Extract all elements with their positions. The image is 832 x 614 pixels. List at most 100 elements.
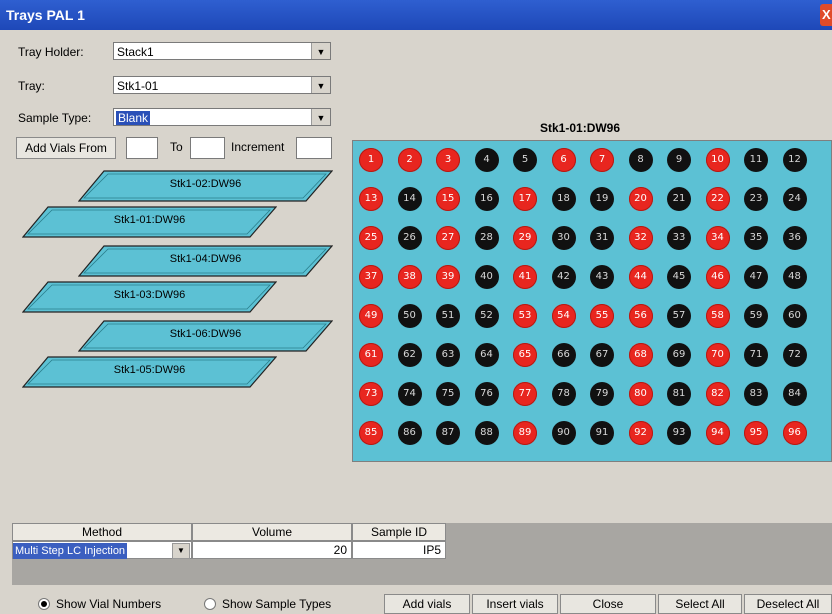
vial-2[interactable]: 2 xyxy=(397,148,422,172)
vial-59[interactable]: 59 xyxy=(744,304,768,328)
vial-36[interactable]: 36 xyxy=(782,226,807,250)
close-button[interactable]: Close xyxy=(560,594,656,614)
tray-item[interactable]: Stk1-06:DW96 xyxy=(78,320,333,352)
vial-56[interactable]: 56 xyxy=(628,304,653,328)
insert-vials-button[interactable]: Insert vials xyxy=(472,594,558,614)
vial-72[interactable]: 72 xyxy=(782,343,807,367)
vial-91[interactable]: 91 xyxy=(590,421,614,445)
tray-item[interactable]: Stk1-03:DW96 xyxy=(22,281,277,313)
vial-32[interactable]: 32 xyxy=(628,226,653,250)
vial-31[interactable]: 31 xyxy=(590,226,614,250)
vial-88[interactable]: 88 xyxy=(474,421,499,445)
sample-type-select[interactable]: Blank ▼ xyxy=(113,108,331,126)
vial-69[interactable]: 69 xyxy=(667,343,691,367)
vial-87[interactable]: 87 xyxy=(436,421,460,445)
vial-71[interactable]: 71 xyxy=(744,343,768,367)
vial-17[interactable]: 17 xyxy=(513,187,537,211)
vial-96[interactable]: 96 xyxy=(782,421,807,445)
volume-cell[interactable]: 20 xyxy=(192,541,352,559)
vial-65[interactable]: 65 xyxy=(513,343,537,367)
vial-3[interactable]: 3 xyxy=(436,148,460,172)
chevron-down-icon[interactable]: ▼ xyxy=(311,109,330,125)
vial-21[interactable]: 21 xyxy=(667,187,691,211)
vial-49[interactable]: 49 xyxy=(359,304,383,328)
vial-34[interactable]: 34 xyxy=(705,226,730,250)
vial-27[interactable]: 27 xyxy=(436,226,460,250)
vial-29[interactable]: 29 xyxy=(513,226,537,250)
vial-4[interactable]: 4 xyxy=(474,148,499,172)
vial-79[interactable]: 79 xyxy=(590,382,614,406)
vial-84[interactable]: 84 xyxy=(782,382,807,406)
vial-14[interactable]: 14 xyxy=(397,187,422,211)
vial-62[interactable]: 62 xyxy=(397,343,422,367)
vial-45[interactable]: 45 xyxy=(667,265,691,289)
vial-89[interactable]: 89 xyxy=(513,421,537,445)
vial-10[interactable]: 10 xyxy=(705,148,730,172)
vial-90[interactable]: 90 xyxy=(551,421,576,445)
vial-82[interactable]: 82 xyxy=(705,382,730,406)
vial-16[interactable]: 16 xyxy=(474,187,499,211)
vial-95[interactable]: 95 xyxy=(744,421,768,445)
select-all-button[interactable]: Select All xyxy=(658,594,742,614)
vial-6[interactable]: 6 xyxy=(551,148,576,172)
vial-73[interactable]: 73 xyxy=(359,382,383,406)
vial-80[interactable]: 80 xyxy=(628,382,653,406)
vial-8[interactable]: 8 xyxy=(628,148,653,172)
vial-9[interactable]: 9 xyxy=(667,148,691,172)
vial-42[interactable]: 42 xyxy=(551,265,576,289)
to-input[interactable] xyxy=(190,137,225,159)
vial-13[interactable]: 13 xyxy=(359,187,383,211)
vial-30[interactable]: 30 xyxy=(551,226,576,250)
vial-43[interactable]: 43 xyxy=(590,265,614,289)
vial-85[interactable]: 85 xyxy=(359,421,383,445)
vial-76[interactable]: 76 xyxy=(474,382,499,406)
vial-39[interactable]: 39 xyxy=(436,265,460,289)
vial-44[interactable]: 44 xyxy=(628,265,653,289)
vial-58[interactable]: 58 xyxy=(705,304,730,328)
vial-18[interactable]: 18 xyxy=(551,187,576,211)
vial-94[interactable]: 94 xyxy=(705,421,730,445)
tray-holder-select[interactable]: Stack1 ▼ xyxy=(113,42,331,60)
vial-11[interactable]: 11 xyxy=(744,148,768,172)
tray-item[interactable]: Stk1-04:DW96 xyxy=(78,245,333,277)
vial-5[interactable]: 5 xyxy=(513,148,537,172)
vial-plate[interactable]: 1 2 3 4 5 6 7 8 9 10 11 12 13 14 15 16 17 18 19 20 21 22 23 24 2… xyxy=(352,140,832,462)
vial-51[interactable]: 51 xyxy=(436,304,460,328)
add-vials-button[interactable]: Add vials xyxy=(384,594,470,614)
vial-64[interactable]: 64 xyxy=(474,343,499,367)
vial-41[interactable]: 41 xyxy=(513,265,537,289)
column-header-volume[interactable]: Volume xyxy=(192,523,352,541)
vial-75[interactable]: 75 xyxy=(436,382,460,406)
vial-46[interactable]: 46 xyxy=(705,265,730,289)
vial-40[interactable]: 40 xyxy=(474,265,499,289)
vial-35[interactable]: 35 xyxy=(744,226,768,250)
vial-81[interactable]: 81 xyxy=(667,382,691,406)
vial-12[interactable]: 12 xyxy=(782,148,807,172)
vial-23[interactable]: 23 xyxy=(744,187,768,211)
vial-15[interactable]: 15 xyxy=(436,187,460,211)
vial-66[interactable]: 66 xyxy=(551,343,576,367)
vial-68[interactable]: 68 xyxy=(628,343,653,367)
chevron-down-icon[interactable]: ▼ xyxy=(311,77,330,93)
vial-78[interactable]: 78 xyxy=(551,382,576,406)
vial-57[interactable]: 57 xyxy=(667,304,691,328)
tray-select[interactable]: Stk1-01 ▼ xyxy=(113,76,331,94)
increment-input[interactable] xyxy=(296,137,332,159)
show-sample-types-radio[interactable] xyxy=(204,598,216,610)
close-window-button[interactable]: X xyxy=(820,4,832,26)
show-vial-numbers-radio[interactable] xyxy=(38,598,50,610)
vial-48[interactable]: 48 xyxy=(782,265,807,289)
vial-50[interactable]: 50 xyxy=(397,304,422,328)
vial-22[interactable]: 22 xyxy=(705,187,730,211)
vial-28[interactable]: 28 xyxy=(474,226,499,250)
vial-92[interactable]: 92 xyxy=(628,421,653,445)
tray-item[interactable]: Stk1-05:DW96 xyxy=(22,356,277,388)
vial-63[interactable]: 63 xyxy=(436,343,460,367)
chevron-down-icon[interactable]: ▼ xyxy=(172,543,190,559)
vial-33[interactable]: 33 xyxy=(667,226,691,250)
vial-60[interactable]: 60 xyxy=(782,304,807,328)
sample-id-cell[interactable]: IP5 xyxy=(352,541,446,559)
tray-item[interactable]: Stk1-01:DW96 xyxy=(22,206,277,238)
column-header-method[interactable]: Method xyxy=(12,523,192,541)
vial-20[interactable]: 20 xyxy=(628,187,653,211)
